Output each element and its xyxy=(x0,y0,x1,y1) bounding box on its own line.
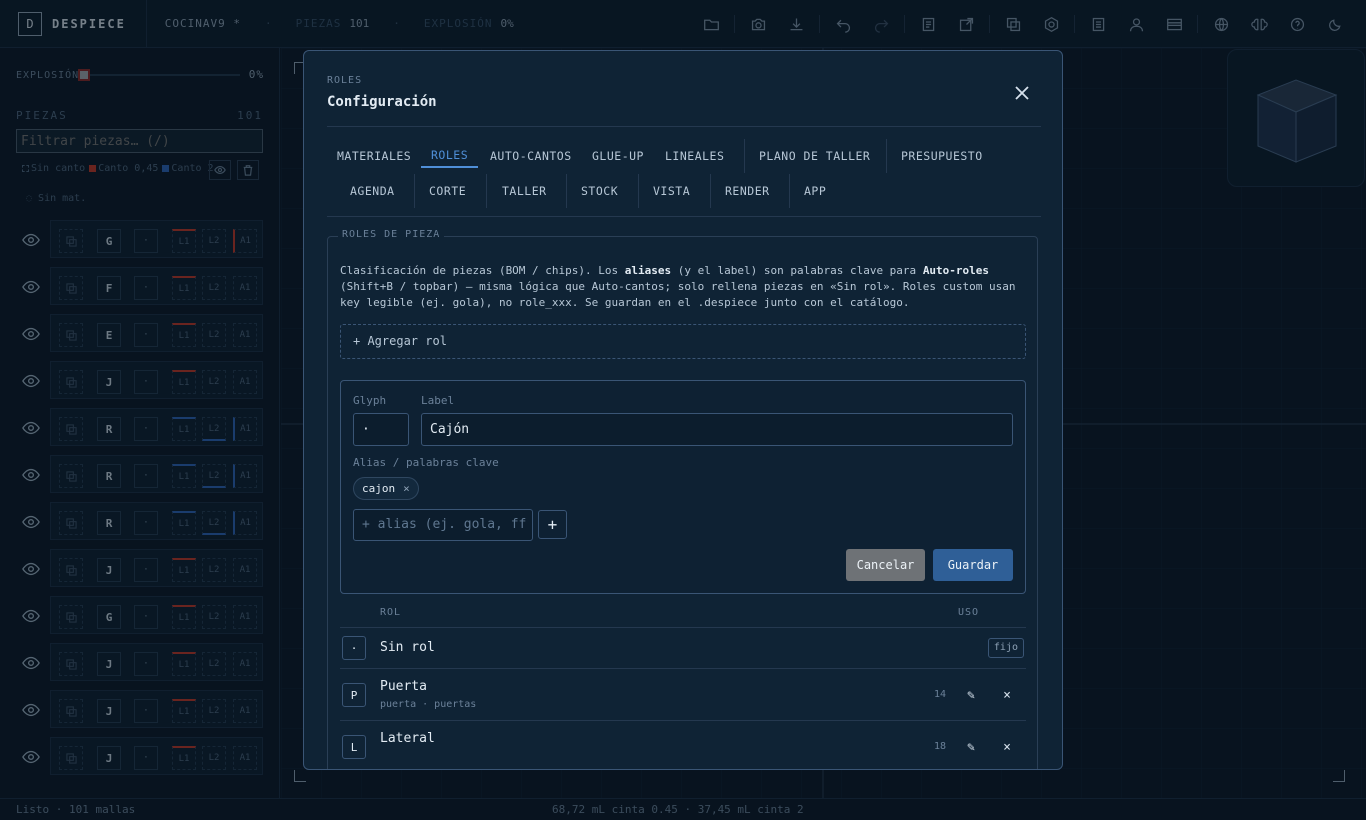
save-button[interactable]: Guardar xyxy=(933,549,1013,581)
add-role-button[interactable]: + Agregar rol xyxy=(340,324,1026,359)
tab-divider xyxy=(744,139,745,173)
glyph-input[interactable]: · xyxy=(353,413,409,446)
label-label: Label xyxy=(421,394,455,407)
roles-section-title: ROLES DE PIEZA xyxy=(338,229,445,240)
tab-render[interactable]: RENDER xyxy=(725,179,770,203)
role-glyph: · xyxy=(342,636,366,660)
tab-auto-cantos[interactable]: AUTO-CANTOS xyxy=(490,144,572,168)
alias-input[interactable]: + alias (ej. gola, ff xyxy=(353,509,533,541)
close-icon[interactable] xyxy=(1010,81,1034,105)
role-name: Lateral xyxy=(380,731,435,746)
col-use-header: USO xyxy=(958,607,980,618)
roles-description: Clasificación de piezas (BOM / chips). L… xyxy=(340,263,1030,311)
tab-plano-de-taller[interactable]: PLANO DE TALLER xyxy=(759,144,870,168)
tab-corte[interactable]: CORTE xyxy=(429,179,466,203)
role-usage-count: 14 xyxy=(934,689,947,700)
role-row: · Sin rol fijo xyxy=(340,627,1026,668)
tab-roles[interactable]: ROLES xyxy=(421,144,479,168)
tabs-divider xyxy=(327,216,1041,217)
tab-lineales[interactable]: LINEALES xyxy=(665,144,724,168)
fixed-badge: fijo xyxy=(987,638,1024,658)
tab-divider xyxy=(566,174,567,208)
role-editor: Glyph Label · Cajón Alias / palabras cla… xyxy=(340,380,1026,594)
desc-text: Clasificación de piezas (BOM / chips). L… xyxy=(340,264,625,277)
tab-agenda[interactable]: AGENDA xyxy=(350,179,395,203)
tab-divider xyxy=(710,174,711,208)
role-row: L Lateral 18 ✎ × xyxy=(340,720,1026,769)
role-glyph: P xyxy=(342,683,366,707)
glyph-label: Glyph xyxy=(353,394,387,407)
desc-bold: Auto-roles xyxy=(922,264,990,277)
edit-icon[interactable]: ✎ xyxy=(961,685,981,705)
dialog-title: Configuración xyxy=(327,94,437,110)
tab-presupuesto[interactable]: PRESUPUESTO xyxy=(901,144,983,168)
tab-app[interactable]: APP xyxy=(804,179,826,203)
tab-stock[interactable]: STOCK xyxy=(581,179,618,203)
role-name: Puerta xyxy=(380,679,427,694)
tab-materiales[interactable]: MATERIALES xyxy=(337,144,411,168)
alias-chip: cajon × xyxy=(353,477,419,500)
add-alias-button[interactable]: + xyxy=(538,510,567,539)
label-input[interactable]: Cajón xyxy=(421,413,1013,446)
edit-icon[interactable]: ✎ xyxy=(961,737,981,757)
tab-glue-up[interactable]: GLUE-UP xyxy=(592,144,644,168)
desc-bold: aliases xyxy=(624,264,672,277)
alias-label: Alias / palabras clave xyxy=(353,456,499,469)
tab-divider xyxy=(886,139,887,173)
role-name: Sin rol xyxy=(380,640,435,655)
cancel-button[interactable]: Cancelar xyxy=(846,549,925,581)
alias-chip-text: cajon xyxy=(362,482,396,495)
col-role-header: ROL xyxy=(380,607,402,618)
dialog-subtitle: ROLES xyxy=(327,75,363,86)
delete-icon[interactable]: × xyxy=(997,685,1017,705)
delete-icon[interactable]: × xyxy=(997,737,1017,757)
tab-divider xyxy=(789,174,790,208)
role-usage-count: 18 xyxy=(934,741,947,752)
settings-dialog: ROLES Configuración MATERIALES ROLES AUT… xyxy=(303,50,1063,770)
dialog-divider xyxy=(327,126,1041,127)
desc-text: (y el label) son palabras clave para xyxy=(671,264,923,277)
tab-taller[interactable]: TALLER xyxy=(502,179,547,203)
desc-text: (Shift+B / topbar) — misma lógica que Au… xyxy=(340,280,1016,309)
tab-divider xyxy=(486,174,487,208)
tab-divider xyxy=(638,174,639,208)
role-aliases: puerta · puertas xyxy=(380,699,477,710)
remove-alias-icon[interactable]: × xyxy=(403,482,410,495)
role-row: P Puerta puerta · puertas 14 ✎ × xyxy=(340,668,1026,720)
role-glyph: L xyxy=(342,735,366,759)
tab-divider xyxy=(414,174,415,208)
tab-vista[interactable]: VISTA xyxy=(653,179,690,203)
